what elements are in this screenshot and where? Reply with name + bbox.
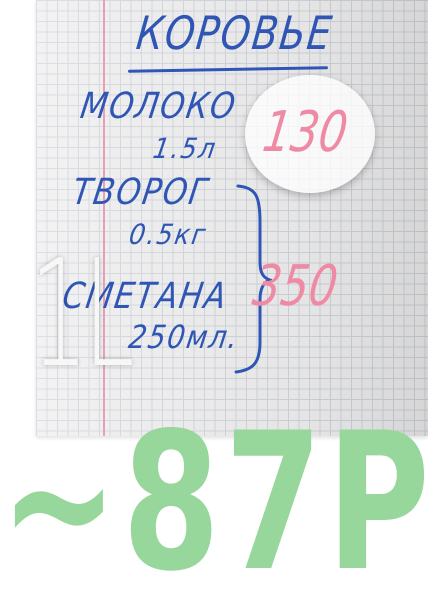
price-label: 350 xyxy=(249,254,342,319)
note-title: КОРОВЬЕ xyxy=(133,6,336,60)
item-name: ТВОРОГ xyxy=(69,172,212,213)
item-amount: 0.5кг xyxy=(126,218,210,251)
photo: КОРОВЬЕ МОЛОКО 1.5л 130 ТВОРОГ 0.5кг 350… xyxy=(0,0,428,608)
item-name: МОЛОКО xyxy=(77,86,240,127)
item-amount: 250мл. xyxy=(126,318,242,356)
price-label: 130 xyxy=(259,100,352,165)
price-overlay-text: ~87Р xyxy=(0,392,428,613)
item-amount: 1.5л xyxy=(150,132,220,165)
volume-overlay-text: 1L xyxy=(30,228,135,400)
